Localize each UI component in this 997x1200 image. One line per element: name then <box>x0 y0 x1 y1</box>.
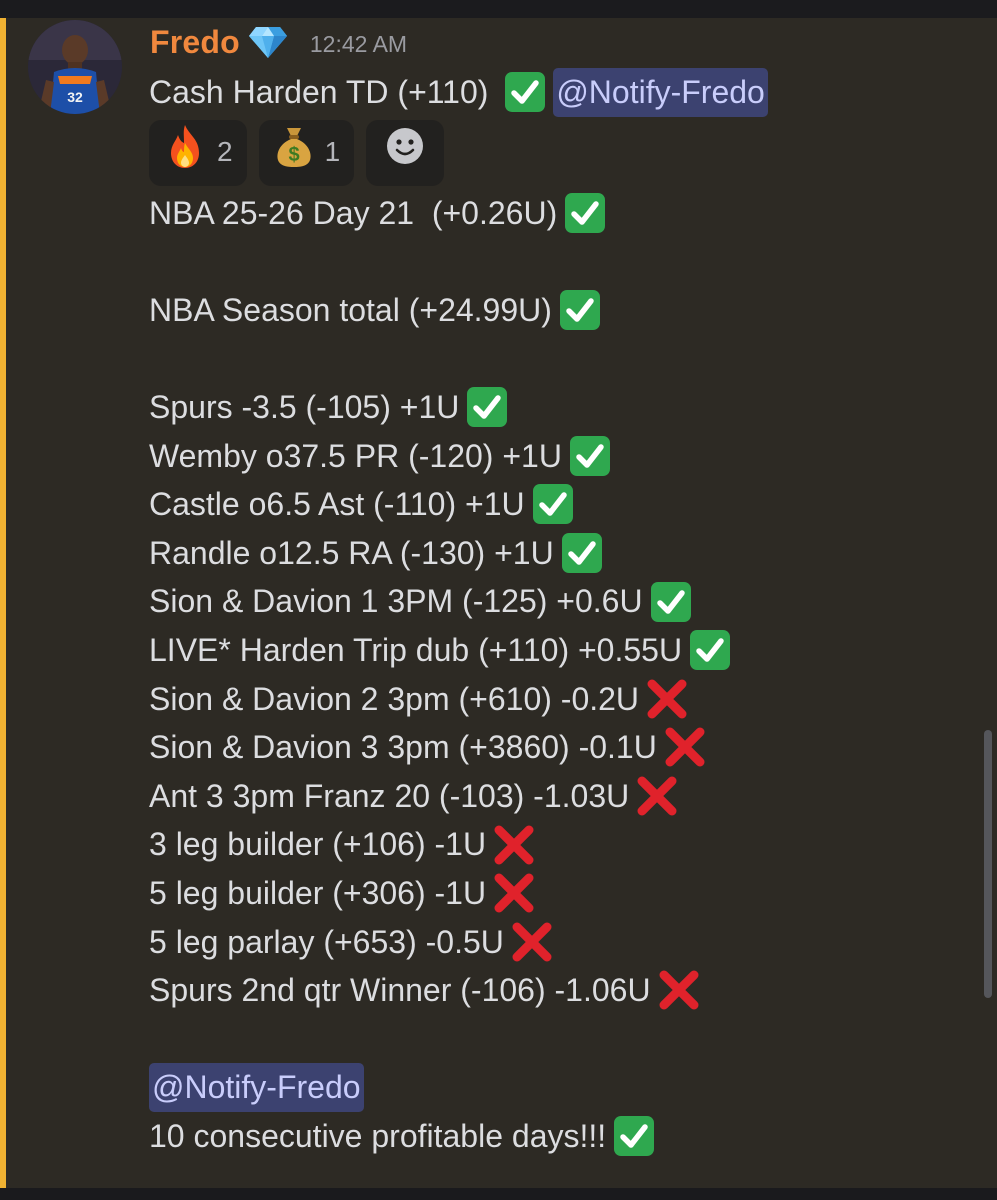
day-summary-line: NBA 25-26 Day 21 (+0.26U) <box>149 189 969 238</box>
reaction-count: 2 <box>217 136 233 168</box>
bottom-bar <box>0 1188 997 1200</box>
cross-mark-icon <box>635 774 679 818</box>
bet-line: Wemby o37.5 PR (-120) +1U <box>149 432 969 481</box>
bet-text: Spurs 2nd qtr Winner (-106) -1.06U <box>149 972 651 1009</box>
final-line-text: 10 consecutive profitable days!!! <box>149 1117 607 1154</box>
cross-mark-icon <box>657 968 701 1012</box>
season-total-text: NBA Season total (+24.99U) <box>149 291 552 328</box>
bet-line: 5 leg builder (+306) -1U <box>149 869 969 918</box>
bet-text: Spurs -3.5 (-105) +1U <box>149 388 460 425</box>
money-bag-emoji-icon: $ <box>273 124 315 182</box>
gem-icon <box>248 25 288 59</box>
first-line: Cash Harden TD (+110) @Notify-Fredo <box>149 68 969 117</box>
bet-line: Sion & Davion 1 3PM (-125) +0.6U <box>149 577 969 626</box>
check-mark-icon <box>561 533 602 574</box>
mention-notify-fredo[interactable]: @Notify-Fredo <box>149 1063 364 1112</box>
bet-text: Castle o6.5 Ast (-110) +1U <box>149 486 525 523</box>
bet-line: LIVE* Harden Trip dub (+110) +0.55U <box>149 626 969 675</box>
check-mark-icon <box>467 387 508 428</box>
check-mark-icon <box>559 290 600 331</box>
avatar[interactable]: 32 <box>28 20 122 114</box>
bet-line: 5 leg parlay (+653) -0.5U <box>149 918 969 967</box>
mention-notify-fredo[interactable]: @Notify-Fredo <box>553 68 768 117</box>
bet-line: Sion & Davion 2 3pm (+610) -0.2U <box>149 675 969 724</box>
bet-line: Sion & Davion 3 3pm (+3860) -0.1U <box>149 723 969 772</box>
reaction-money-bag[interactable]: $ 1 <box>258 119 355 186</box>
bet-text: 3 leg builder (+106) -1U <box>149 826 487 863</box>
bet-text: Sion & Davion 3 3pm (+3860) -0.1U <box>149 729 657 766</box>
cross-mark-icon <box>492 871 536 915</box>
bet-text: 5 leg builder (+306) -1U <box>149 874 487 911</box>
reaction-fire[interactable]: 2 <box>149 119 247 186</box>
check-mark-icon <box>614 1116 655 1157</box>
cross-mark-icon <box>663 725 707 769</box>
add-reaction-button[interactable] <box>366 119 445 186</box>
username[interactable]: Fredo <box>150 24 240 61</box>
bet-text: LIVE* Harden Trip dub (+110) +0.55U <box>149 631 683 668</box>
fire-emoji-icon <box>163 123 207 183</box>
bet-text: Ant 3 3pm Franz 20 (-103) -1.03U <box>149 777 630 814</box>
message-content: Cash Harden TD (+110) @Notify-Fredo 2 $ … <box>149 68 969 1160</box>
bet-text: Sion & Davion 2 3pm (+610) -0.2U <box>149 680 640 717</box>
bet-line: 3 leg builder (+106) -1U <box>149 820 969 869</box>
cross-mark-icon <box>492 823 536 867</box>
cross-mark-icon <box>645 677 689 721</box>
reactions-bar: 2 $ 1 <box>149 117 969 189</box>
bet-line: Castle o6.5 Ast (-110) +1U <box>149 480 969 529</box>
bet-line: Randle o12.5 RA (-130) +1U <box>149 529 969 578</box>
chat-message[interactable]: 32 Fredo 12:42 AM Cash Harden TD (+110) <box>0 18 997 1188</box>
check-mark-icon <box>690 630 731 671</box>
scrollbar-thumb[interactable] <box>984 730 992 998</box>
check-mark-icon <box>532 484 573 525</box>
svg-text:32: 32 <box>67 89 83 105</box>
check-mark-icon <box>505 72 546 113</box>
season-total-line: NBA Season total (+24.99U) <box>149 286 969 335</box>
bet-list: Spurs -3.5 (-105) +1U Wemby o37.5 PR (-12… <box>149 383 969 1015</box>
cross-mark-icon <box>510 920 554 964</box>
check-mark-icon <box>569 435 610 476</box>
final-line: 10 consecutive profitable days!!! <box>149 1112 969 1161</box>
add-reaction-icon <box>386 127 424 179</box>
mention-line: @Notify-Fredo <box>149 1063 969 1112</box>
check-mark-icon <box>650 581 691 622</box>
bet-text: Sion & Davion 1 3PM (-125) +0.6U <box>149 583 643 620</box>
bet-line: Ant 3 3pm Franz 20 (-103) -1.03U <box>149 772 969 821</box>
timestamp: 12:42 AM <box>309 30 408 57</box>
top-bar <box>0 0 997 19</box>
bet-line: Spurs 2nd qtr Winner (-106) -1.06U <box>149 966 969 1015</box>
mention-highlight-bar <box>0 18 6 1188</box>
day-summary-text: NBA 25-26 Day 21 (+0.26U) <box>149 194 558 231</box>
first-line-text: Cash Harden TD (+110) <box>149 74 498 110</box>
bet-text: 5 leg parlay (+653) -0.5U <box>149 923 504 960</box>
bet-text: Wemby o37.5 PR (-120) +1U <box>149 437 562 474</box>
message-header: Fredo 12:42 AM <box>150 22 407 62</box>
bet-text: Randle o12.5 RA (-130) +1U <box>149 534 554 571</box>
reaction-count: 1 <box>324 136 341 168</box>
bet-line: Spurs -3.5 (-105) +1U <box>149 383 969 432</box>
svg-text:$: $ <box>288 144 299 166</box>
check-mark-icon <box>565 192 606 233</box>
